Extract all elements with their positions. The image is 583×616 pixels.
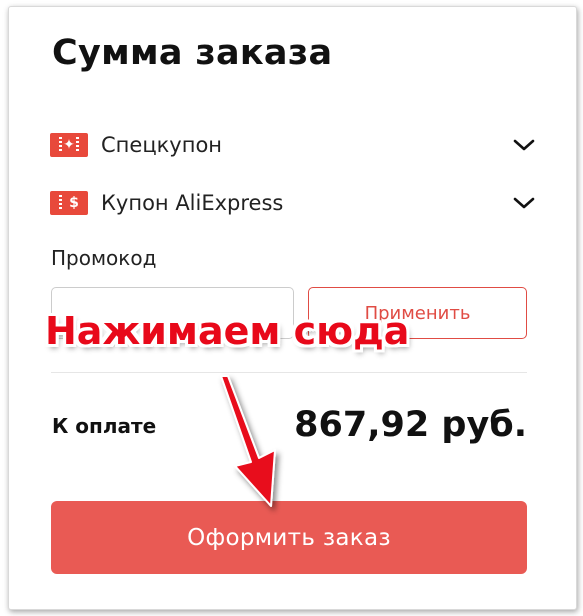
- special-coupon-row[interactable]: ✦ Спецкупон: [50, 130, 536, 160]
- promo-code-label: Промокод: [51, 246, 157, 270]
- annotation-arrow-icon: [220, 375, 276, 507]
- total-amount: 867,92 руб.: [294, 405, 527, 445]
- annotation-text: Нажимаем сюда: [45, 309, 410, 353]
- total-label: К оплате: [52, 414, 157, 438]
- chevron-down-icon[interactable]: [512, 191, 536, 215]
- place-order-button[interactable]: Оформить заказ: [51, 501, 527, 574]
- special-coupon-label: Спецкупон: [101, 133, 223, 157]
- page-title: Сумма заказа: [52, 33, 333, 73]
- dollar-coupon-icon: $: [50, 191, 88, 215]
- aliexpress-coupon-row[interactable]: $ Купон AliExpress: [50, 188, 536, 218]
- sparkle-coupon-icon: ✦: [50, 133, 88, 157]
- aliexpress-coupon-label: Купон AliExpress: [101, 191, 284, 215]
- chevron-down-icon[interactable]: [512, 133, 536, 157]
